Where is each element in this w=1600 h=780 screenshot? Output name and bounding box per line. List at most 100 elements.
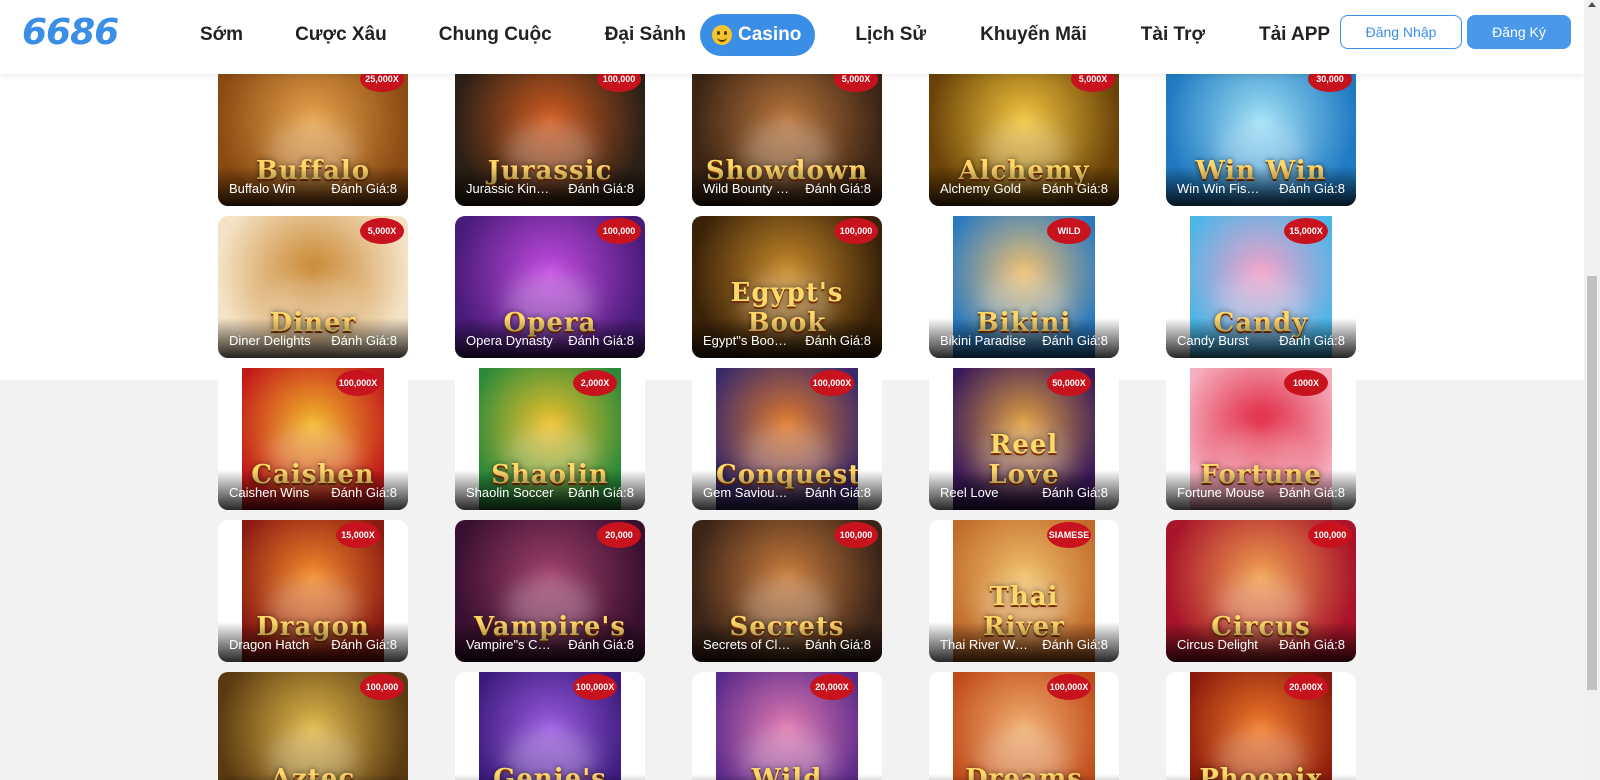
game-rating: Đánh Giá:8 (1279, 333, 1345, 348)
smile-icon (712, 25, 733, 45)
game-card[interactable]: 100,000JurassicJurassic KingdomĐánh Giá:… (455, 74, 645, 206)
game-rating: Đánh Giá:8 (805, 333, 871, 348)
game-card[interactable]: WILDBikiniBikini ParadiseĐánh Giá:8 (929, 216, 1119, 358)
game-thumbnail: 100,000X Genie's (479, 672, 621, 780)
game-name: Fortune Mouse (1177, 485, 1265, 500)
multiplier-badge: WILD (1047, 218, 1091, 244)
nav-dai-sanh[interactable]: Đại Sảnh (605, 14, 686, 56)
game-card[interactable]: 1000XFortuneFortune MouseĐánh Giá:8 (1166, 368, 1356, 510)
game-card[interactable]: 2,000XShaolinShaolin SoccerĐánh Giá:8 (455, 368, 645, 510)
multiplier-badge: 1000X (1284, 370, 1328, 396)
multiplier-badge: 2,000X (573, 370, 617, 396)
game-rating: Đánh Giá:8 (805, 637, 871, 652)
game-rating: Đánh Giá:8 (1279, 181, 1345, 196)
game-thumbnail: 100,000 Aztec (218, 672, 408, 780)
nav-chung-cuoc[interactable]: Chung Cuộc (439, 14, 552, 56)
game-name: Egypt"s Book of Mystery (703, 333, 791, 348)
game-rating: Đánh Giá:8 (331, 333, 397, 348)
game-card[interactable]: 100,000SecretsSecrets of CleopatraĐánh G… (692, 520, 882, 662)
game-name: Candy Burst (1177, 333, 1249, 348)
multiplier-badge: 100,000X (1047, 674, 1091, 700)
nav-khuyen-mai[interactable]: Khuyến Mãi (980, 14, 1087, 56)
game-name: Jurassic Kingdom (466, 181, 554, 196)
nav-som[interactable]: Sớm (200, 14, 243, 56)
nav-tai-tro[interactable]: Tài Trợ (1141, 14, 1205, 56)
scroll-thumb[interactable] (1587, 276, 1597, 690)
game-thumbnail: 20,000X Wild (716, 672, 858, 780)
multiplier-badge: 100,000 (1308, 522, 1352, 548)
card-shade (1166, 774, 1356, 780)
multiplier-badge: 20,000 (597, 522, 641, 548)
game-card[interactable]: 100,000AztecTreasures of AztecĐánh Giá:8 (218, 672, 408, 780)
game-card[interactable]: 15,000XCandyCandy BurstĐánh Giá:8 (1166, 216, 1356, 358)
multiplier-badge: 100,000 (834, 522, 878, 548)
game-card[interactable]: 100,000Egypt's BookEgypt"s Book of Myste… (692, 216, 882, 358)
card-shade (692, 774, 882, 780)
nav-casino[interactable]: Casino (700, 14, 816, 56)
game-name: Vampire"s Charm (466, 637, 554, 652)
game-name: Circus Delight (1177, 637, 1258, 652)
game-thumbnail: 100,000X Dreams (953, 672, 1095, 780)
game-card[interactable]: 50,000XReel LoveReel LoveĐánh Giá:8 (929, 368, 1119, 510)
game-name: Win Win Fish Prawn Crab (1177, 181, 1265, 196)
game-card[interactable]: 5,000XDinerDiner DelightsĐánh Giá:8 (218, 216, 408, 358)
main-nav: Sớm Cược Xâu Chung Cuộc Đại Sảnh Casino … (180, 14, 1330, 56)
game-rating: Đánh Giá:8 (568, 333, 634, 348)
vertical-scrollbar[interactable] (1584, 0, 1600, 780)
register-button[interactable]: Đăng Ký (1467, 15, 1571, 49)
game-card[interactable]: 100,000XDreamsDreams of MacauĐánh Giá:8 (929, 672, 1119, 780)
game-rating: Đánh Giá:8 (568, 637, 634, 652)
login-button[interactable]: Đăng Nhập (1340, 15, 1462, 49)
multiplier-badge: 15,000X (1284, 218, 1328, 244)
scroll-up-icon[interactable] (1588, 2, 1596, 7)
game-card[interactable]: 5,000XShowdownWild Bounty ShowdownĐánh G… (692, 74, 882, 206)
game-rating: Đánh Giá:8 (331, 637, 397, 652)
multiplier-badge: 100,000X (336, 370, 380, 396)
game-rating: Đánh Giá:8 (331, 181, 397, 196)
multiplier-badge: 50,000X (1047, 370, 1091, 396)
game-card[interactable]: 100,000XConquestGem Saviour ConquestĐánh… (692, 368, 882, 510)
card-shade (455, 774, 645, 780)
game-card[interactable]: 20,000Vampire'sVampire"s CharmĐánh Giá:8 (455, 520, 645, 662)
multiplier-badge: 100,000X (810, 370, 854, 396)
game-name: Opera Dynasty (466, 333, 553, 348)
game-rating: Đánh Giá:8 (1042, 637, 1108, 652)
game-name: Thai River Wonders (940, 637, 1028, 652)
top-header: 6686 Sớm Cược Xâu Chung Cuộc Đại Sảnh Ca… (0, 0, 1584, 74)
multiplier-badge: 5,000X (834, 74, 878, 92)
game-card[interactable]: 100,000XGenie'sGenie's 3 WishesĐánh Giá:… (455, 672, 645, 780)
game-rating: Đánh Giá:8 (805, 181, 871, 196)
game-rating: Đánh Giá:8 (568, 181, 634, 196)
game-name: Wild Bounty Showdown (703, 181, 791, 196)
nav-tai-app[interactable]: Tải APP (1259, 14, 1330, 56)
game-name: Bikini Paradise (940, 333, 1026, 348)
multiplier-badge: 5,000X (1071, 74, 1115, 92)
game-card[interactable]: 100,000CircusCircus DelightĐánh Giá:8 (1166, 520, 1356, 662)
game-card[interactable]: 20,000XPhoenixPhoenix RisesĐánh Giá:8 (1166, 672, 1356, 780)
multiplier-badge: 5,000X (360, 218, 404, 244)
game-card[interactable]: 100,000OperaOpera DynastyĐánh Giá:8 (455, 216, 645, 358)
game-card[interactable]: 20,000XWildWild FireworksĐánh Giá:8 (692, 672, 882, 780)
game-card[interactable]: 25,000XBuffaloBuffalo WinĐánh Giá:8 (218, 74, 408, 206)
multiplier-badge: 25,000X (360, 74, 404, 92)
nav-lich-su[interactable]: Lịch Sử (855, 14, 926, 56)
multiplier-badge: 15,000X (336, 522, 380, 548)
game-card[interactable]: 5,000XAlchemyAlchemy GoldĐánh Giá:8 (929, 74, 1119, 206)
multiplier-badge: 100,000 (360, 674, 404, 700)
multiplier-badge: 100,000 (597, 218, 641, 244)
game-name: Gem Saviour Conquest (703, 485, 791, 500)
game-card[interactable]: 15,000XDragonDragon HatchĐánh Giá:8 (218, 520, 408, 662)
game-card[interactable]: 30,000Win WinWin Win Fish Prawn CrabĐánh… (1166, 74, 1356, 206)
game-name: Buffalo Win (229, 181, 296, 196)
game-name: Shaolin Soccer (466, 485, 554, 500)
multiplier-badge: 100,000X (573, 674, 617, 700)
multiplier-badge: SIAMESE (1047, 522, 1091, 548)
multiplier-badge: 30,000 (1308, 74, 1352, 92)
site-logo[interactable]: 6686 (22, 12, 119, 53)
nav-cuoc-xau[interactable]: Cược Xâu (295, 14, 387, 56)
game-card[interactable]: SIAMESEThai RiverThai River WondersĐánh … (929, 520, 1119, 662)
game-rating: Đánh Giá:8 (568, 485, 634, 500)
game-name: Alchemy Gold (940, 181, 1021, 196)
nav-casino-label: Casino (738, 24, 802, 45)
game-card[interactable]: 100,000XCaishenCaishen WinsĐánh Giá:8 (218, 368, 408, 510)
